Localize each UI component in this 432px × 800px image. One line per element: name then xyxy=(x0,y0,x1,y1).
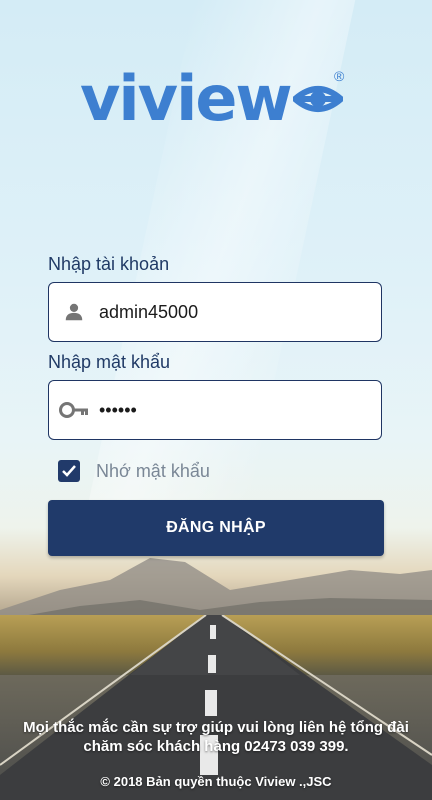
remember-label: Nhớ mật khẩu xyxy=(96,460,210,481)
checkbox-checked-icon[interactable] xyxy=(58,460,80,482)
logo-text: viview xyxy=(80,62,293,135)
road-background xyxy=(0,615,432,800)
password-input[interactable] xyxy=(99,399,359,421)
person-icon xyxy=(49,301,99,323)
username-field[interactable] xyxy=(48,282,382,342)
support-text: Mọi thắc mắc cần sự trợ giúp vui lòng li… xyxy=(23,719,409,755)
key-icon xyxy=(49,401,99,419)
password-field[interactable] xyxy=(48,380,382,440)
login-button[interactable]: ĐĂNG NHẬP xyxy=(48,500,384,556)
eye-logo-icon xyxy=(292,85,343,112)
username-label: Nhập tài khoản xyxy=(48,254,170,274)
viview-logo: viview ® xyxy=(80,62,345,135)
copyright-text: © 2018 Bản quyền thuộc Viview .,JSC xyxy=(100,774,332,789)
login-screen: viview ® Nhập tài khoản Nhập mật khẩu Nh… xyxy=(0,0,432,800)
username-input[interactable] xyxy=(99,301,359,323)
remember-password[interactable]: Nhớ mật khẩu xyxy=(58,460,210,482)
registered-mark: ® xyxy=(334,68,345,84)
password-label: Nhập mật khẩu xyxy=(48,352,171,372)
